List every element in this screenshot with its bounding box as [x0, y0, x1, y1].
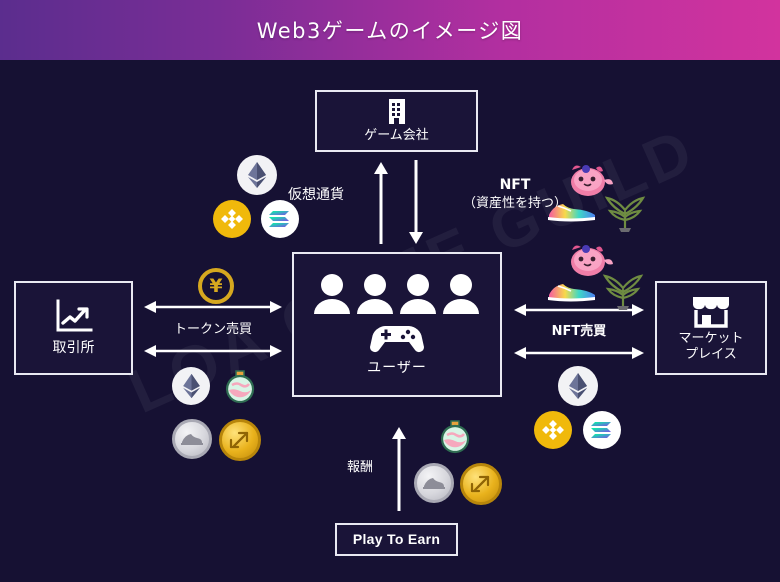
coin-gold-token-icon-2 — [460, 463, 502, 505]
gamepad-icon — [369, 320, 425, 354]
people-group-icon — [311, 272, 483, 316]
arrow-nft-trade-bottom — [514, 347, 644, 359]
node-play-to-earn[interactable]: Play To Earn — [335, 523, 458, 556]
coin-sneaker-token-icon — [172, 419, 212, 459]
coin-gold-token-icon — [219, 419, 261, 461]
arrow-crypto-up — [374, 162, 388, 244]
coin-solana-icon-2 — [583, 411, 621, 449]
coin-yen-icon: ¥ — [198, 268, 234, 304]
nft-plant-icon-2 — [600, 268, 646, 315]
node-play-to-earn-label: Play To Earn — [352, 530, 441, 547]
arrow-reward-up — [392, 427, 406, 511]
coin-solana-icon — [261, 200, 299, 238]
coin-binance-icon-2 — [534, 411, 572, 449]
storefront-icon — [690, 293, 732, 329]
node-marketplace-label: マーケット プレイス — [678, 331, 743, 364]
nft-potion-icon-2 — [437, 418, 473, 461]
coin-binance-icon — [213, 200, 251, 238]
node-marketplace[interactable]: マーケット プレイス — [655, 281, 767, 375]
coin-ethereum-icon-2 — [172, 367, 210, 405]
building-icon — [384, 97, 410, 125]
node-game-company[interactable]: ゲーム会社 — [315, 90, 478, 152]
diagram-canvas: Web3ゲームのイメージ図 LOA GAME GUILD ゲーム会社 — [0, 0, 780, 582]
header-bar: Web3ゲームのイメージ図 — [0, 0, 780, 60]
node-users-label: ユーザー — [367, 359, 427, 376]
nft-plant-icon — [602, 190, 648, 237]
nft-sneaker-icon-2 — [546, 278, 598, 307]
arrow-nft-down — [409, 160, 423, 244]
coin-ethereum-icon-3 — [558, 366, 598, 406]
node-game-company-label: ゲーム会社 — [364, 128, 429, 144]
node-users[interactable]: ユーザー — [292, 252, 502, 397]
coin-ethereum-icon — [237, 155, 277, 195]
edge-label-nft-trade: NFT売買 — [551, 324, 607, 339]
chart-growth-icon — [52, 298, 96, 336]
page-title: Web3ゲームのイメージ図 — [256, 19, 524, 43]
edge-label-reward: 報酬 — [347, 460, 374, 475]
node-exchange[interactable]: 取引所 — [14, 281, 133, 375]
coin-sneaker-token-icon-2 — [414, 463, 454, 503]
node-marketplace-label-line1: マーケット — [678, 330, 744, 346]
edge-label-crypto: 仮想通貨 — [288, 187, 344, 203]
arrow-token-trade-bottom — [144, 345, 282, 357]
node-exchange-label: 取引所 — [52, 340, 95, 357]
node-marketplace-label-line2: プレイス — [685, 347, 737, 362]
edge-label-token-trade: トークン売買 — [173, 322, 252, 337]
nft-sneaker-icon — [546, 198, 598, 227]
nft-potion-icon — [222, 368, 258, 411]
edge-label-nft-main: NFT — [499, 177, 531, 193]
